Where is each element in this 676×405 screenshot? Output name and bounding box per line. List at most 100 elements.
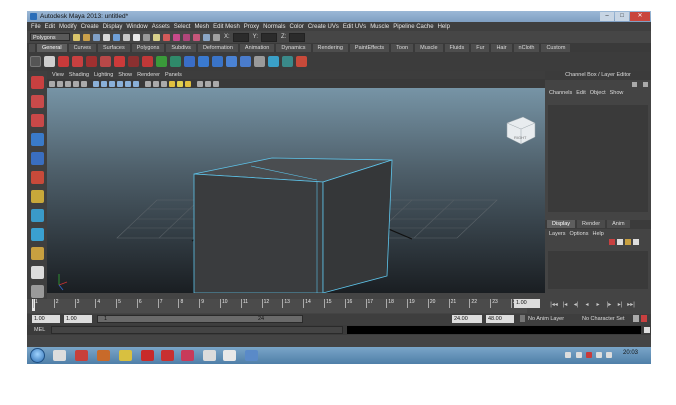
menu-pipeline-cache[interactable]: Pipeline Cache (393, 24, 433, 30)
vp-menu-panels[interactable]: Panels (165, 72, 182, 78)
lasso-tool-icon[interactable] (30, 95, 44, 108)
camera-attributes-icon[interactable] (57, 80, 63, 87)
show-manipulator-icon[interactable] (30, 228, 44, 241)
taskbar-app-icon-5[interactable] (181, 350, 194, 361)
film-gate-icon[interactable] (93, 80, 99, 87)
time-slider[interactable]: 123456789101112131415161718192021222324 (27, 299, 527, 313)
menu-create-uvs[interactable]: Create UVs (308, 24, 339, 30)
tray-arrow-icon[interactable] (576, 352, 582, 358)
tool-settings-toggle-icon[interactable] (643, 81, 648, 87)
layer-list[interactable] (548, 251, 648, 289)
move-up-layer-icon[interactable] (625, 239, 631, 245)
select-camera-icon[interactable] (49, 80, 55, 87)
ep-curve-icon[interactable] (100, 56, 111, 67)
shadows-icon[interactable] (185, 80, 191, 87)
textured-icon[interactable] (169, 80, 175, 87)
scale-tool-icon[interactable] (30, 171, 44, 184)
select-hierarchy-icon[interactable] (103, 33, 110, 41)
four-view-layout-icon[interactable] (30, 285, 44, 298)
shelf-tab-hair[interactable]: Hair (491, 43, 512, 52)
cb-menu-edit[interactable]: Edit (576, 90, 585, 96)
shelf-tab-deformation[interactable]: Deformation (197, 43, 238, 52)
wireframe-on-shaded-icon[interactable] (161, 80, 167, 87)
menu-create[interactable]: Create (81, 24, 99, 30)
command-input[interactable] (51, 326, 343, 334)
shelf-tab-general[interactable]: General (37, 43, 67, 52)
render-settings-icon[interactable] (193, 33, 200, 41)
cb-menu-channels[interactable]: Channels (549, 90, 572, 96)
layer-tab-render[interactable]: Render (577, 220, 606, 228)
menu-color[interactable]: Color (289, 24, 303, 30)
perspective-viewport[interactable]: View Shading Lighting Show Renderer Pane… (47, 71, 545, 293)
rotate-tool-icon[interactable] (30, 152, 44, 165)
universal-manipulator-icon[interactable] (30, 190, 44, 203)
cone-primitive-icon[interactable] (198, 56, 209, 67)
curve-tool-icon[interactable] (86, 56, 97, 67)
wireframe-icon[interactable] (145, 80, 151, 87)
paint-select-icon[interactable] (30, 114, 44, 127)
script-editor-icon[interactable] (644, 327, 650, 333)
tray-notify-icon[interactable] (565, 352, 571, 358)
taskbar-app-icon-3[interactable] (119, 350, 132, 361)
vp-menu-view[interactable]: View (52, 72, 64, 78)
shelf-options-icon[interactable] (30, 56, 41, 67)
preferences-icon[interactable] (641, 315, 647, 322)
xray-icon[interactable] (205, 80, 211, 87)
layer-tab-display[interactable]: Display (547, 220, 576, 228)
close-button[interactable]: ✕ (630, 12, 650, 21)
single-perspective-layout-icon[interactable] (30, 266, 44, 279)
snap-point-icon[interactable] (153, 33, 160, 41)
shelf-tab-curves[interactable]: Curves (68, 43, 96, 52)
shelf-tab-animation[interactable]: Animation (239, 43, 275, 52)
menu-set-dropdown[interactable]: Polygons (30, 33, 70, 41)
play-backwards-button[interactable]: ◂ (583, 302, 591, 309)
playback-end-field[interactable]: 24.00 (452, 315, 482, 323)
tray-network-icon[interactable] (596, 352, 602, 358)
menu-display[interactable]: Display (103, 24, 123, 30)
menu-modify[interactable]: Modify (59, 24, 77, 30)
select-component-icon[interactable] (123, 33, 130, 41)
render-frame-icon[interactable] (173, 33, 180, 41)
redo-icon[interactable] (72, 56, 83, 67)
image-plane-icon[interactable] (73, 80, 79, 87)
step-forward-frame-button[interactable]: ▸| (616, 302, 624, 309)
menu-help[interactable]: Help (438, 24, 450, 30)
channel-list[interactable] (548, 105, 648, 212)
shelf-tab-toon[interactable]: Toon (391, 43, 414, 52)
menu-window[interactable]: Window (126, 24, 147, 30)
animation-end-field[interactable]: 48.00 (486, 315, 514, 323)
character-set-dropdown[interactable]: No Character Set (582, 316, 625, 322)
lattice-icon[interactable] (142, 56, 153, 67)
menu-file[interactable]: File (31, 24, 41, 30)
snap-curve-icon[interactable] (143, 33, 150, 41)
animation-start-field[interactable]: 1.00 (32, 315, 60, 323)
attribute-editor-toggle-icon[interactable] (632, 81, 637, 87)
use-all-lights-icon[interactable] (177, 80, 183, 87)
vp-menu-renderer[interactable]: Renderer (137, 72, 160, 78)
undo-icon[interactable] (58, 56, 69, 67)
menu-proxy[interactable]: Proxy (244, 24, 259, 30)
viewport-scene[interactable]: RIGHT (47, 88, 545, 293)
ipr-render-icon[interactable] (183, 33, 190, 41)
taskbar-app-icon-7[interactable] (223, 350, 236, 361)
taskbar-explorer-icon[interactable] (53, 350, 66, 361)
new-scene-icon[interactable] (73, 33, 80, 41)
current-frame-field[interactable]: 1.00 (514, 299, 540, 308)
move-tool-icon[interactable] (30, 133, 44, 146)
taskbar-app-icon-4[interactable] (141, 350, 154, 361)
smooth-icon[interactable] (268, 56, 279, 67)
y-field[interactable] (261, 32, 278, 42)
gate-mask-icon[interactable] (109, 80, 115, 87)
cb-menu-object[interactable]: Object (590, 90, 606, 96)
arc-tool-icon[interactable] (128, 56, 139, 67)
shelf-tab-subdivs[interactable]: Subdivs (166, 43, 196, 52)
taskbar-pdf-icon[interactable] (161, 350, 174, 361)
shelf-tab-ncloth[interactable]: nCloth (513, 43, 540, 52)
new-layer-icon[interactable] (609, 239, 615, 245)
cube-object[interactable] (193, 157, 393, 293)
new-layer-selected-icon[interactable] (617, 239, 623, 245)
z-field[interactable] (289, 32, 306, 42)
step-back-key-button[interactable]: ◂| (572, 302, 580, 309)
viewcube-icon[interactable]: RIGHT (506, 116, 536, 145)
separate-icon[interactable] (296, 56, 307, 67)
